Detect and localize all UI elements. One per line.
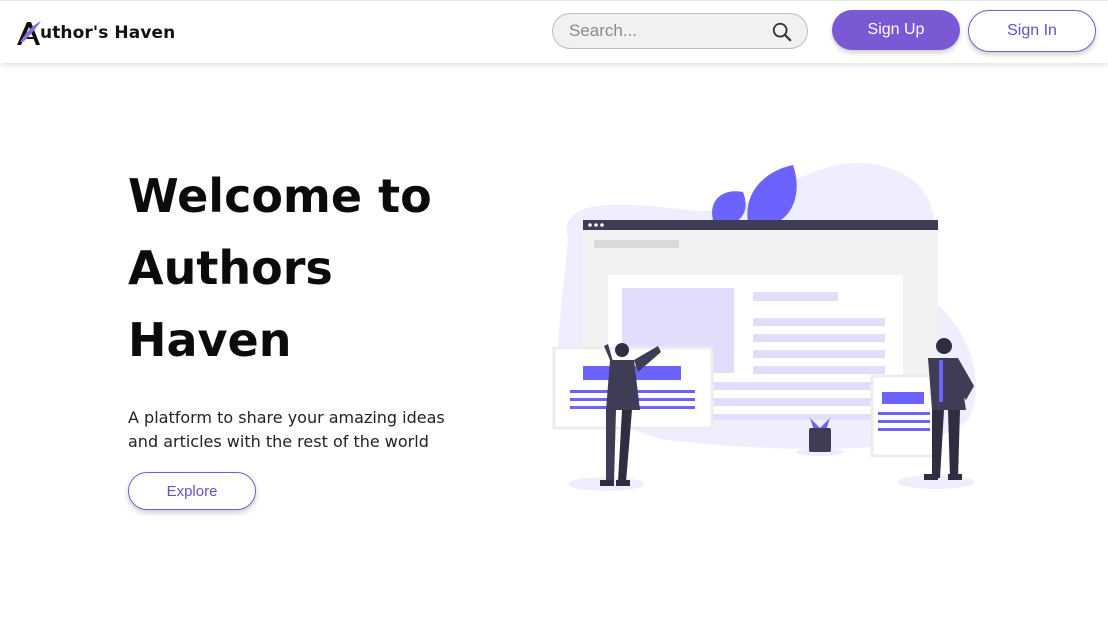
brand-name: uthor's Haven bbox=[40, 23, 176, 43]
search-icon[interactable] bbox=[771, 21, 793, 43]
sign-in-button[interactable]: Sign In bbox=[968, 10, 1096, 52]
search-input[interactable] bbox=[569, 21, 759, 41]
navbar: uthor's Haven Sign Up Sign In bbox=[0, 0, 1108, 63]
hero-subtitle: A platform to share your amazing ideas a… bbox=[128, 408, 445, 451]
people-building-website-illustration bbox=[552, 162, 976, 491]
hero-title: Welcome to Authors Haven bbox=[128, 169, 432, 367]
search-box[interactable] bbox=[552, 13, 808, 49]
explore-button[interactable]: Explore bbox=[128, 472, 256, 510]
brand-logo[interactable]: uthor's Haven bbox=[14, 17, 175, 49]
sign-up-button[interactable]: Sign Up bbox=[832, 10, 960, 50]
